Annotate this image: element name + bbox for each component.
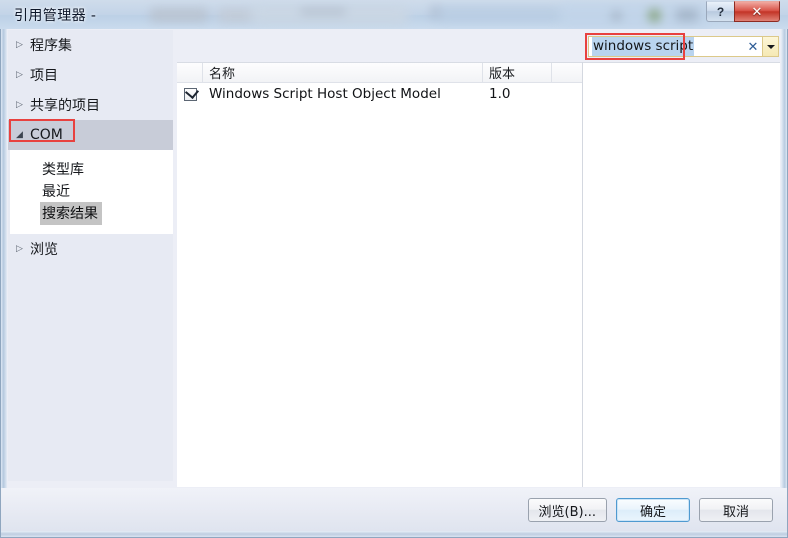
footer-buttons: 浏览(B)... 确定 取消	[527, 498, 773, 522]
browse-button[interactable]: 浏览(B)...	[527, 498, 607, 522]
navigation-tree: ▷ 程序集 ▷ 项目 ▷ 共享的项目 ◢ COM 类型库 最近 搜索结果 ▷ 浏…	[8, 30, 173, 481]
clear-search-icon[interactable]: ✕	[744, 39, 762, 55]
blurred-background	[0, 0, 788, 30]
search-dropdown-button[interactable]	[762, 37, 778, 56]
window-title: 引用管理器 -	[14, 8, 97, 24]
browse-button-label: 浏览(B)...	[538, 504, 596, 520]
sidebar-item-shared-projects[interactable]: ▷ 共享的项目	[8, 90, 173, 120]
list-header-row: 名称 版本	[177, 63, 582, 83]
ok-button[interactable]: 确定	[616, 498, 690, 522]
column-header-name[interactable]: 名称	[203, 63, 483, 82]
sidebar-subitem-label: 类型库	[42, 161, 84, 178]
sidebar-item-com[interactable]: ◢ COM	[8, 120, 173, 150]
chevron-right-icon: ▷	[16, 39, 23, 50]
column-header-checkbox[interactable]	[177, 63, 203, 82]
window-border-right	[781, 29, 787, 529]
sidebar-item-projects[interactable]: ▷ 项目	[8, 60, 173, 90]
table-row[interactable]: Windows Script Host Object Model 1.0	[177, 83, 582, 105]
sidebar-item-browse[interactable]: ▷ 浏览	[8, 234, 173, 264]
sidebar-item-label: COM	[30, 127, 63, 143]
chevron-right-icon: ▷	[16, 243, 23, 254]
window-border-left	[1, 29, 7, 529]
close-button[interactable]: ✕	[734, 1, 780, 22]
search-input-value: windows script	[592, 37, 695, 56]
title-bar: 引用管理器 - ? ✕	[0, 0, 788, 30]
details-pane	[583, 62, 780, 487]
sidebar-item-assemblies[interactable]: ▷ 程序集	[8, 30, 173, 60]
sidebar-subitem-label: 最近	[42, 183, 70, 200]
com-subitems: 类型库 最近 搜索结果	[10, 150, 173, 234]
checked-checkbox-icon[interactable]	[183, 84, 199, 101]
sidebar-subitem-label: 搜索结果	[40, 201, 102, 225]
sidebar-subitem-search-results[interactable]: 搜索结果	[10, 201, 173, 225]
chevron-down-icon: ◢	[16, 129, 23, 140]
row-version: 1.0	[489, 86, 511, 102]
search-box[interactable]: windows script ✕	[588, 36, 779, 57]
chevron-down-icon	[766, 44, 775, 49]
reference-manager-window: 引用管理器 - ? ✕ ▷ 程序集 ▷ 项目 ▷ 共享的项目 ◢ COM 类型库…	[0, 0, 788, 538]
row-checkbox[interactable]	[177, 84, 203, 101]
cancel-button[interactable]: 取消	[699, 498, 773, 522]
window-border-bottom	[1, 531, 787, 537]
sidebar-item-label: 程序集	[30, 38, 72, 54]
column-header-filler	[552, 63, 582, 82]
sidebar-item-label: 项目	[30, 68, 58, 84]
results-list: 名称 版本 Windows Script Host Object Model 1…	[177, 62, 582, 487]
column-header-version[interactable]: 版本	[483, 63, 552, 82]
sidebar-item-label: 共享的项目	[30, 98, 100, 114]
sidebar-subitem-type-libraries[interactable]: 类型库	[10, 158, 173, 180]
chevron-right-icon: ▷	[16, 99, 23, 110]
row-name: Windows Script Host Object Model	[209, 86, 441, 102]
dialog-footer: 浏览(B)... 确定 取消	[1, 488, 787, 531]
sidebar-subitem-recent[interactable]: 最近	[10, 180, 173, 202]
search-input[interactable]: windows script	[589, 37, 744, 56]
chevron-right-icon: ▷	[16, 69, 23, 80]
help-button[interactable]: ?	[706, 1, 734, 22]
caption-buttons: ? ✕	[706, 1, 780, 22]
sidebar-item-label: 浏览	[30, 242, 58, 258]
